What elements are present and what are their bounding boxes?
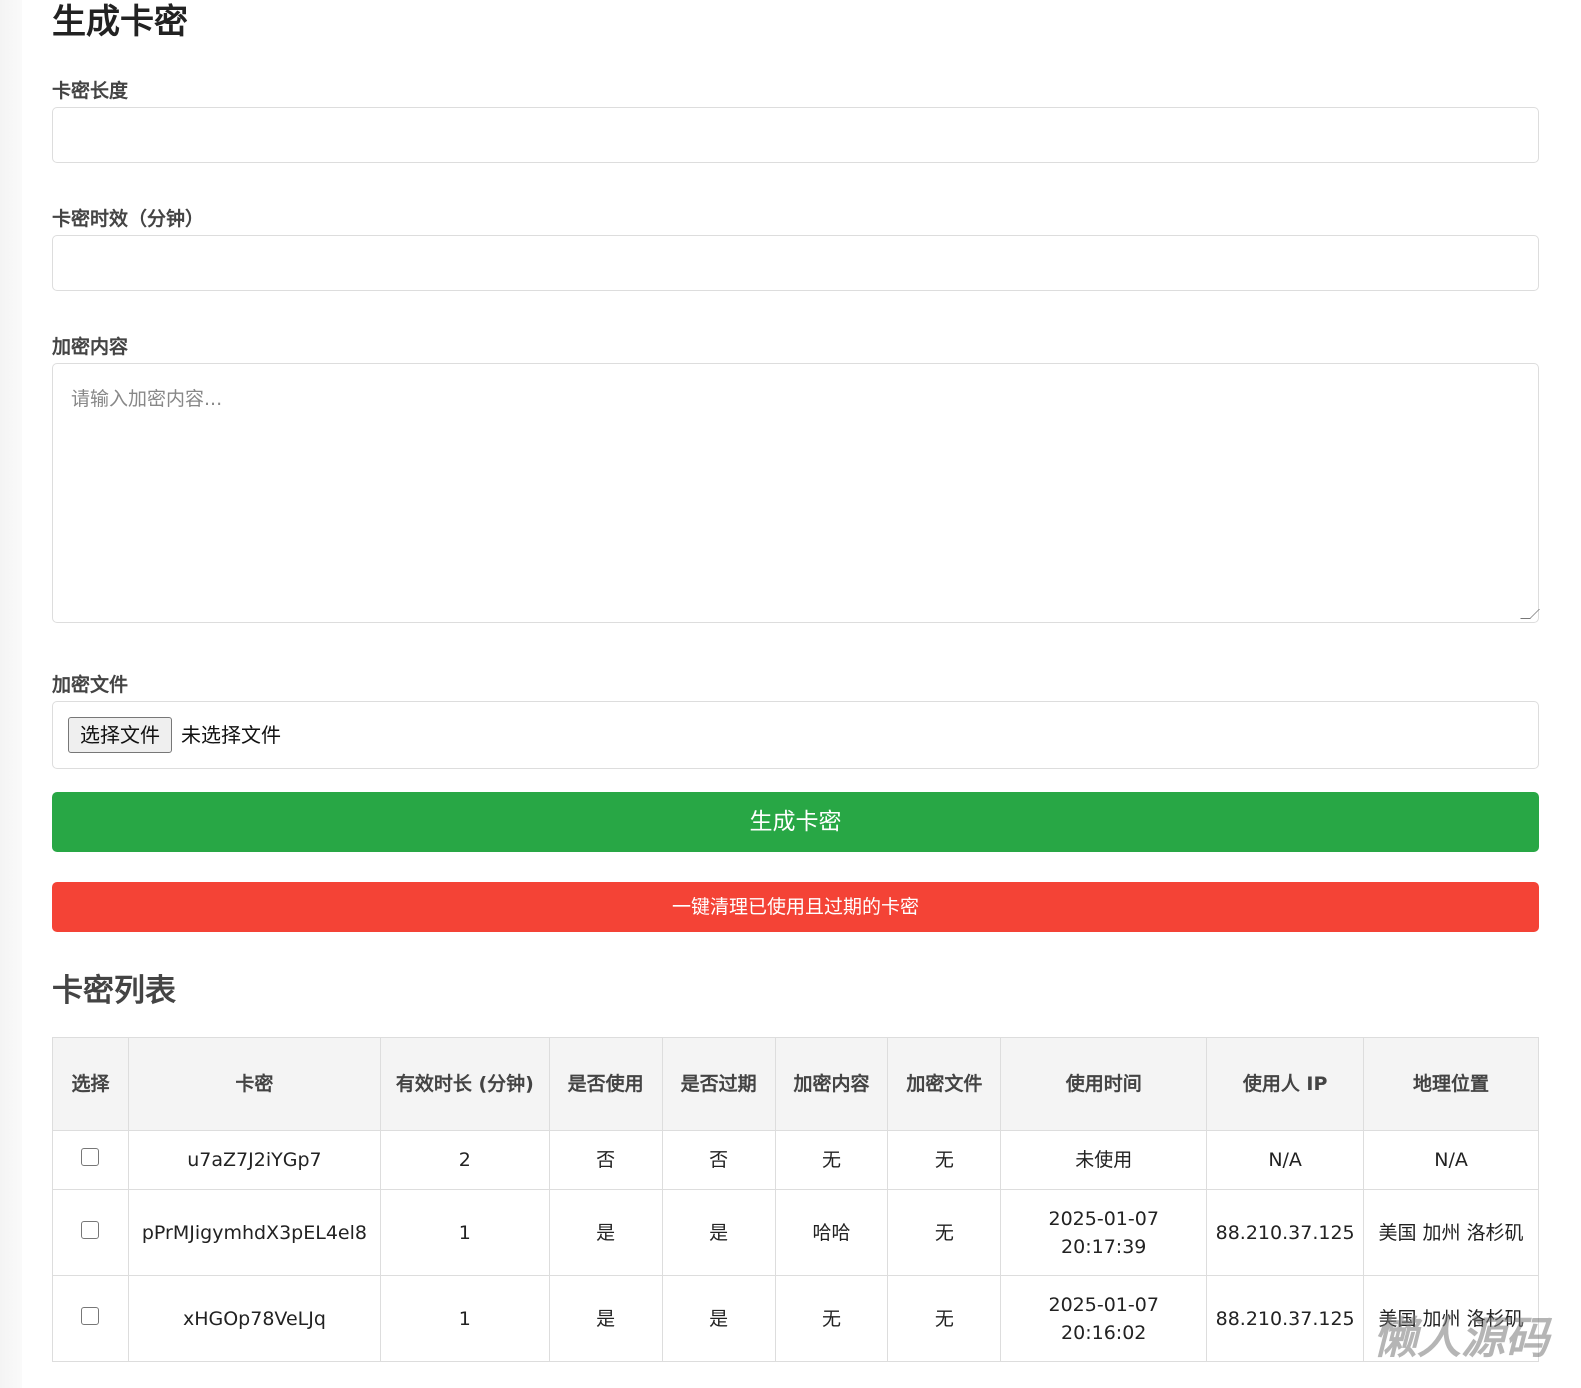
length-input[interactable] [52, 107, 1539, 163]
table-cell: xHGOp78VeLJq [127, 1275, 381, 1362]
table-cell: 88.210.37.125 [1206, 1275, 1365, 1362]
column-header: 有效时长 (分钟) [379, 1037, 550, 1131]
table-header: 选择 卡密 有效时长 (分钟) 是否使用 是否过期 加密内容 加密文件 使用时间 使用人 IP 地… [52, 1037, 1539, 1131]
table-cell: 美国 加州 洛杉矶 [1363, 1189, 1539, 1276]
expiry-input[interactable] [52, 235, 1539, 291]
table-cell: 无 [887, 1189, 1002, 1276]
resize-handle-icon[interactable] [1520, 609, 1540, 619]
table-cell: 1 [379, 1189, 550, 1276]
card-table: 选择 卡密 有效时长 (分钟) 是否使用 是否过期 加密内容 加密文件 使用时间 使用人 IP 地… [52, 1037, 1539, 1362]
table-cell: 无 [774, 1275, 889, 1362]
page-shadow [0, 0, 22, 1388]
column-header: 加密内容 [774, 1037, 889, 1131]
column-header: 使用时间 [1000, 1037, 1208, 1131]
table-cell: 否 [548, 1130, 663, 1190]
watermark: 懒人源码 [1373, 1313, 1549, 1364]
table-row: pPrMJigymhdX3pEL4el8 1 是是哈哈无 2025-01-07 20:… [52, 1189, 1539, 1276]
column-header: 卡密 [127, 1037, 381, 1131]
column-header: 是否过期 [661, 1037, 776, 1131]
file-label: 加密文件 [52, 674, 129, 696]
table-cell: 无 [774, 1130, 889, 1190]
row-checkbox[interactable] [81, 1306, 100, 1325]
table-cell: 哈哈 [774, 1189, 889, 1276]
table-cell: 88.210.37.125 [1206, 1189, 1365, 1276]
table-cell: 无 [887, 1130, 1002, 1190]
table-cell: 1 [379, 1275, 550, 1362]
table-cell: N/A [1363, 1130, 1539, 1190]
generate-button[interactable]: 生成卡密 [52, 792, 1539, 852]
column-header: 地理位置 [1363, 1037, 1539, 1131]
table-cell: 是 [661, 1275, 776, 1362]
column-header: 是否使用 [548, 1037, 663, 1131]
choose-file-button[interactable]: 选择文件 [68, 717, 172, 753]
table-cell: N/A [1206, 1130, 1365, 1190]
table-cell: 否 [661, 1130, 776, 1190]
table-cell: 2 [379, 1130, 550, 1190]
list-title: 卡密列表 [52, 973, 176, 1009]
table-cell: 是 [548, 1189, 663, 1276]
expiry-label: 卡密时效（分钟） [52, 208, 205, 230]
table-cell: pPrMJigymhdX3pEL4el8 [127, 1189, 381, 1276]
table-cell: u7aZ7J2iYGp7 [127, 1130, 381, 1190]
select-cell [52, 1130, 129, 1190]
table-cell: 是 [661, 1189, 776, 1276]
row-checkbox[interactable] [81, 1220, 100, 1239]
select-cell [52, 1275, 129, 1362]
file-status: 未选择文件 [181, 723, 281, 747]
row-checkbox[interactable] [81, 1148, 100, 1166]
table-row: u7aZ7J2iYGp7 2 否否无无未使用 N/A N/A [52, 1130, 1539, 1190]
column-header: 加密文件 [887, 1037, 1002, 1131]
content-textarea[interactable]: 请输入加密内容... [52, 363, 1540, 623]
select-cell [52, 1189, 129, 1276]
table-cell: 2025-01-07 20:17:39 [1000, 1189, 1208, 1276]
content-placeholder: 请输入加密内容... [71, 388, 223, 410]
column-header: 使用人 IP [1206, 1037, 1365, 1131]
table-cell: 2025-01-07 20:16:02 [1000, 1275, 1208, 1362]
content-label: 加密内容 [52, 336, 129, 358]
table-row: xHGOp78VeLJq 1 是是无无 2025-01-07 20:16:02 88.2… [52, 1275, 1539, 1362]
column-header: 选择 [52, 1037, 129, 1131]
table-cell: 未使用 [1000, 1130, 1208, 1190]
clean-button[interactable]: 一键清理已使用且过期的卡密 [52, 882, 1539, 932]
table-cell: 无 [887, 1275, 1002, 1362]
file-input[interactable]: 选择文件 未选择文件 [52, 701, 1539, 769]
length-label: 卡密长度 [52, 80, 129, 102]
page-title: 生成卡密 [52, 2, 188, 42]
table-cell: 是 [548, 1275, 663, 1362]
